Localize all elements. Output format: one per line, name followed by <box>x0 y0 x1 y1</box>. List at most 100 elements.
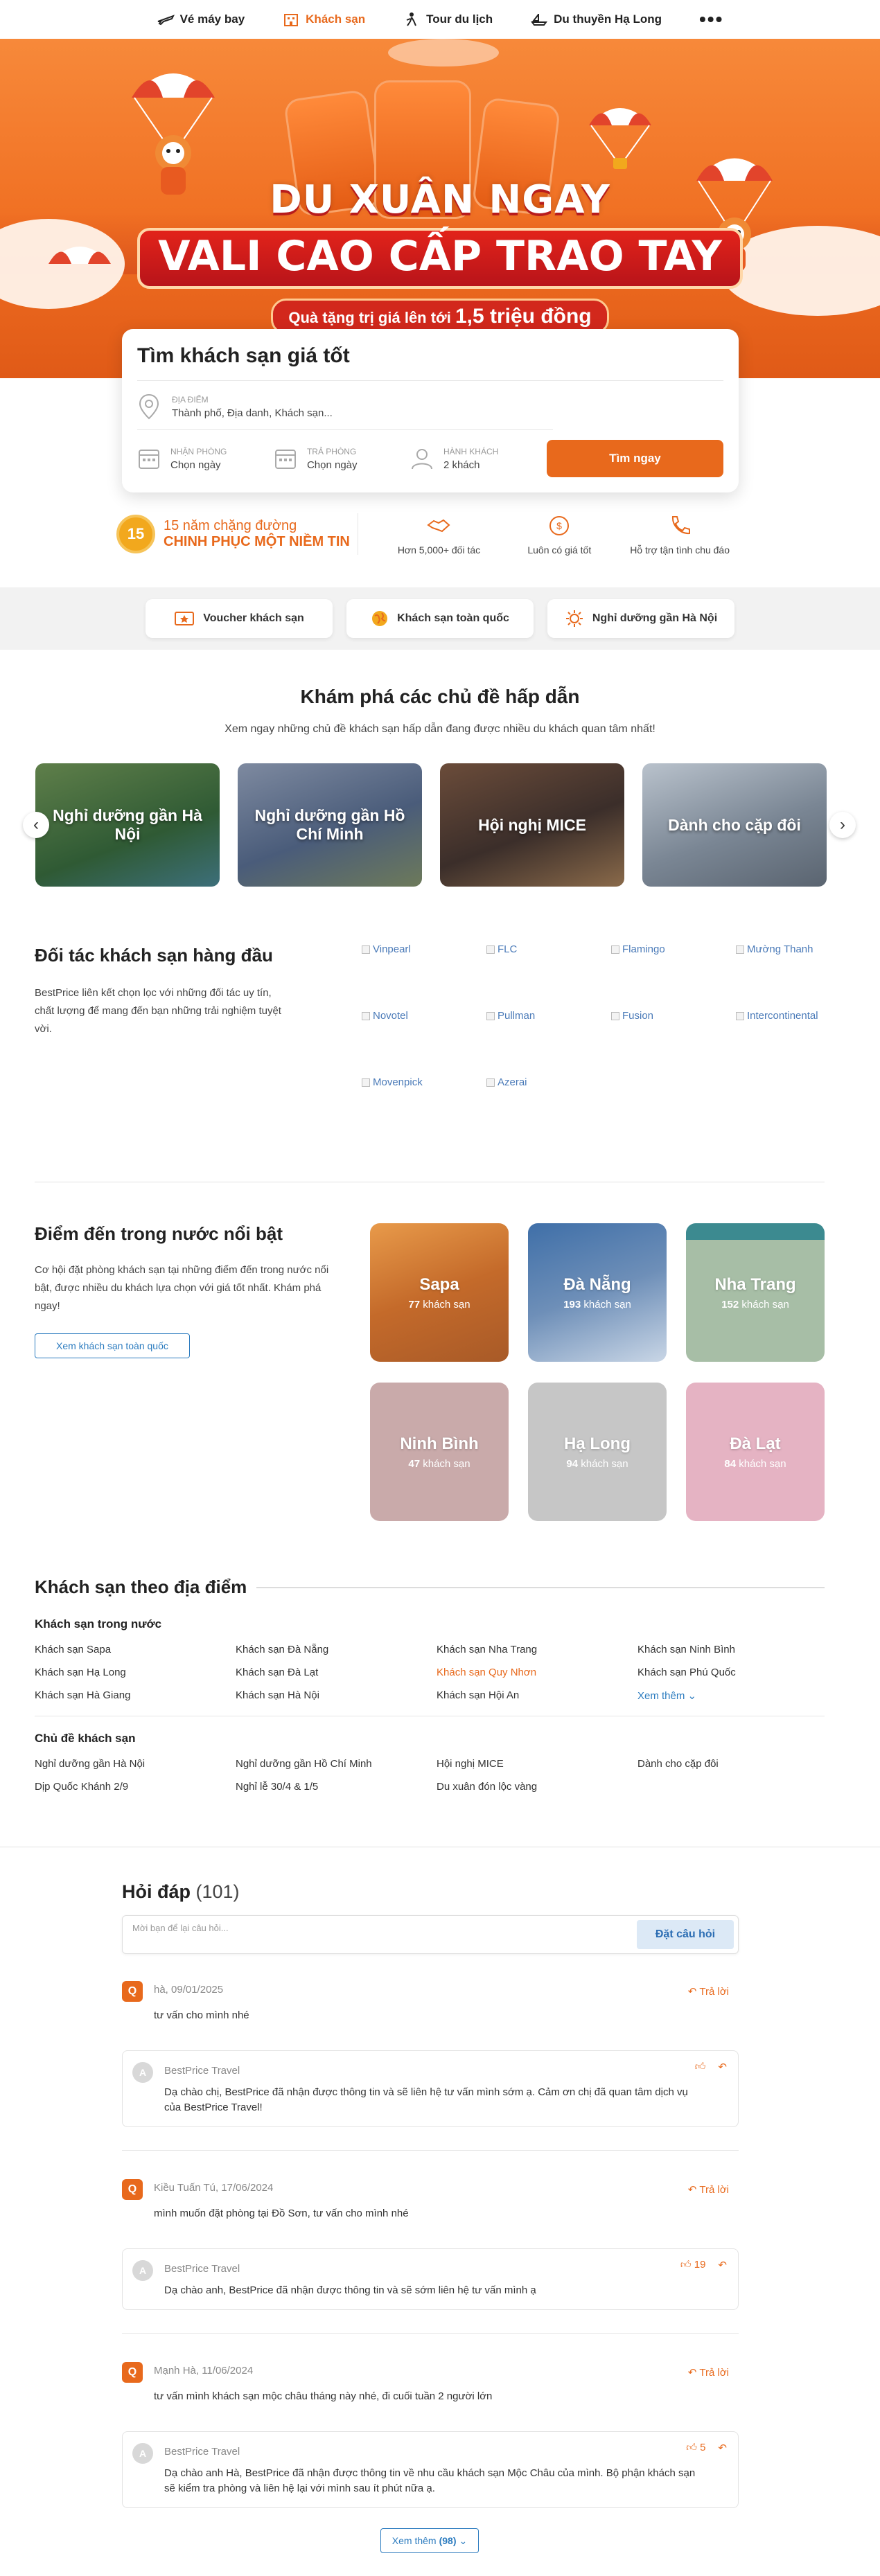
destination-card-da-nang[interactable]: Đà Nẵng 193 khách sạn <box>528 1223 667 1362</box>
chip-nationwide[interactable]: Khách sạn toàn quốc <box>346 599 534 638</box>
partner-logo-alt: Mường Thanh <box>747 943 813 955</box>
like-button[interactable]: 👍︎ 5 <box>686 2442 705 2454</box>
link-hotel-phu-quoc[interactable]: Khách sạn Phú Quốc <box>637 1667 838 1678</box>
nav-item-cruise[interactable]: Du thuyền Hạ Long <box>530 12 662 27</box>
link-theme-national-day[interactable]: Dịp Quốc Khánh 2/9 <box>35 1781 236 1793</box>
destination-card-da-lat[interactable]: Đà Lạt 84 khách sạn <box>686 1383 825 1521</box>
partner-logo-muong-thanh[interactable]: Mường Thanh <box>736 943 813 955</box>
partner-logo-intercontinental[interactable]: Intercontinental <box>736 1010 818 1022</box>
partner-logo-azerai[interactable]: Azerai <box>486 1076 527 1088</box>
reply-icon[interactable]: ↶ <box>718 2259 727 2271</box>
reply-icon[interactable]: ↶ <box>718 2061 727 2073</box>
link-hotel-da-lat[interactable]: Khách sạn Đà Lạt <box>236 1667 437 1678</box>
partner-logo-novotel[interactable]: Novotel <box>362 1010 408 1022</box>
answer-text: Dạ chào anh Hà, BestPrice đã nhận được t… <box>164 2467 696 2494</box>
link-theme-spring[interactable]: Du xuân đón lộc vàng <box>437 1781 637 1793</box>
chip-voucher[interactable]: Voucher khách sạn <box>146 599 333 638</box>
partner-logo-flc[interactable]: FLC <box>486 943 517 955</box>
reply-icon[interactable]: ↶ <box>718 2442 727 2454</box>
link-hotel-da-nang[interactable]: Khách sạn Đà Nẵng <box>236 1644 437 1655</box>
partner-logo-fusion[interactable]: Fusion <box>611 1010 653 1022</box>
nav-item-tours[interactable]: Tour du lịch <box>403 12 493 27</box>
reply-button[interactable]: ↶ Trả lời <box>688 2183 729 2196</box>
see-more-label: Xem thêm <box>637 1690 685 1702</box>
checkout-field[interactable]: TRẢ PHÒNG Chọn ngày <box>274 447 410 471</box>
voucher-icon <box>175 612 195 625</box>
view-nationwide-button[interactable]: Xem khách sạn toàn quốc <box>35 1333 190 1358</box>
reply-button[interactable]: ↶ Trả lời <box>688 2366 729 2379</box>
theme-card-near-hanoi[interactable]: Nghỉ dưỡng gần Hà Nội <box>35 763 220 887</box>
chip-near-hanoi[interactable]: Nghỉ dưỡng gần Hà Nội <box>547 599 734 638</box>
link-theme-mice[interactable]: Hội nghị MICE <box>437 1758 637 1770</box>
link-hotel-sapa[interactable]: Khách sạn Sapa <box>35 1644 236 1655</box>
domestic-hotels-title: Khách sạn trong nước <box>35 1617 162 1631</box>
partner-logo-flamingo[interactable]: Flamingo <box>611 943 665 955</box>
partner-logo-alt: Azerai <box>498 1076 527 1088</box>
partner-logo-alt: FLC <box>498 943 518 955</box>
link-hotel-ha-giang[interactable]: Khách sạn Hà Giang <box>35 1689 236 1702</box>
partner-logo-vinpearl[interactable]: Vinpearl <box>362 943 411 955</box>
theme-card-couples[interactable]: Dành cho cặp đôi <box>642 763 827 887</box>
hero-promo-amount: 1,5 triệu đồng <box>455 305 592 328</box>
destination-count-suffix: khách sạn <box>741 1298 789 1311</box>
destination-count: 193 khách sạn <box>528 1299 667 1311</box>
anniversary-line1: 15 năm chặng đường <box>164 518 297 533</box>
link-hotel-ninh-binh[interactable]: Khách sạn Ninh Bình <box>637 1644 838 1655</box>
location-field[interactable]: ĐỊA ĐIỂM Thành phố, Địa danh, Khách sạn.… <box>137 381 553 430</box>
nav-item-label: Vé máy bay <box>179 12 245 26</box>
search-button[interactable]: Tìm ngay <box>546 440 724 477</box>
partner-logo-pullman[interactable]: Pullman <box>486 1010 535 1022</box>
location-input[interactable]: Thành phố, Địa danh, Khách sạn... <box>172 407 333 419</box>
ask-question-button[interactable]: Đặt câu hỏi <box>637 1920 734 1949</box>
qa-question-item: Q Mạnh Hà, 11/06/2024 tư vấn mình khách … <box>122 2362 739 2508</box>
nav-item-hotels[interactable]: Khách sạn <box>282 12 365 27</box>
destination-count: 77 khách sạn <box>370 1299 509 1311</box>
link-theme-couples[interactable]: Dành cho cặp đôi <box>637 1758 838 1770</box>
see-more-questions-button[interactable]: Xem thêm (98) ⌄ <box>380 2528 479 2553</box>
cloud-decoration <box>388 39 499 66</box>
user-icon <box>411 449 432 470</box>
like-button[interactable]: 👍︎ <box>695 2061 706 2073</box>
answer-badge: A <box>132 2260 153 2281</box>
chip-label: Voucher khách sạn <box>203 612 304 624</box>
more-menu-button[interactable]: ••• <box>699 10 723 29</box>
feature-label: Hơn 5,000+ đối tác <box>397 544 481 556</box>
destination-card-sapa[interactable]: Sapa 77 khách sạn <box>370 1223 509 1362</box>
hotel-icon <box>284 14 299 26</box>
globe-icon <box>372 611 388 626</box>
hero-banner[interactable]: DU XUÂN NGAY VALI CAO CẤP TRAO TAY Quà t… <box>0 39 880 378</box>
link-theme-near-hcm[interactable]: Nghỉ dưỡng gần Hồ Chí Minh <box>236 1758 437 1770</box>
question-input-box[interactable]: Mời bạn để lại câu hỏi... Đặt câu hỏi <box>122 1915 739 1954</box>
destination-card-ha-long[interactable]: Hạ Long 94 khách sạn <box>528 1383 667 1521</box>
link-hotel-ha-noi[interactable]: Khách sạn Hà Nội <box>236 1689 437 1702</box>
like-button[interactable]: 👍︎ 19 <box>680 2259 706 2271</box>
destination-count-suffix: khách sạn <box>423 1457 470 1470</box>
answer-text: Dạ chào anh, BestPrice đã nhận được thôn… <box>164 2284 536 2296</box>
carousel-next-button[interactable]: › <box>829 812 856 838</box>
destination-card-nha-trang[interactable]: Nha Trang 152 khách sạn <box>686 1223 825 1362</box>
link-hotel-nha-trang[interactable]: Khách sạn Nha Trang <box>437 1644 637 1655</box>
thumbs-up-icon: 👍︎ <box>680 2259 692 2271</box>
destination-card-ninh-binh[interactable]: Ninh Bình 47 khách sạn <box>370 1383 509 1521</box>
reply-icon: ↶ <box>687 2184 697 2196</box>
question-input[interactable]: Mời bạn để lại câu hỏi... <box>132 1923 229 1933</box>
partners-title: Đối tác khách sạn hàng đầu <box>35 945 273 966</box>
theme-card-mice[interactable]: Hội nghị MICE <box>440 763 624 887</box>
see-more-locations-link[interactable]: Xem thêm ⌄ <box>637 1689 838 1702</box>
partner-logo-movenpick[interactable]: Movenpick <box>362 1076 423 1088</box>
chevron-down-icon: ⌄ <box>459 2534 468 2546</box>
broken-image-icon <box>486 945 495 954</box>
reply-button[interactable]: ↶ Trả lời <box>688 1985 729 1998</box>
link-theme-near-hanoi[interactable]: Nghỉ dưỡng gần Hà Nội <box>35 1758 236 1770</box>
nav-item-flights[interactable]: Vé máy bay <box>157 12 245 27</box>
destinations-title: Điểm đến trong nước nổi bật <box>35 1223 283 1244</box>
carousel-prev-button[interactable]: ‹ <box>23 812 49 838</box>
link-hotel-ha-long[interactable]: Khách sạn Hạ Long <box>35 1667 236 1678</box>
checkin-field[interactable]: NHẬN PHÒNG Chọn ngày <box>137 447 274 471</box>
link-hotel-quy-nhon[interactable]: Khách sạn Quy Nhơn <box>437 1667 637 1678</box>
link-hotel-hoi-an[interactable]: Khách sạn Hội An <box>437 1689 637 1702</box>
theme-card-near-hcm[interactable]: Nghỉ dưỡng gần Hồ Chí Minh <box>238 763 422 887</box>
destination-name: Ninh Bình <box>400 1434 479 1453</box>
link-theme-holiday-30-4[interactable]: Nghỉ lễ 30/4 & 1/5 <box>236 1781 437 1793</box>
guests-field[interactable]: HÀNH KHÁCH 2 khách <box>410 447 547 471</box>
